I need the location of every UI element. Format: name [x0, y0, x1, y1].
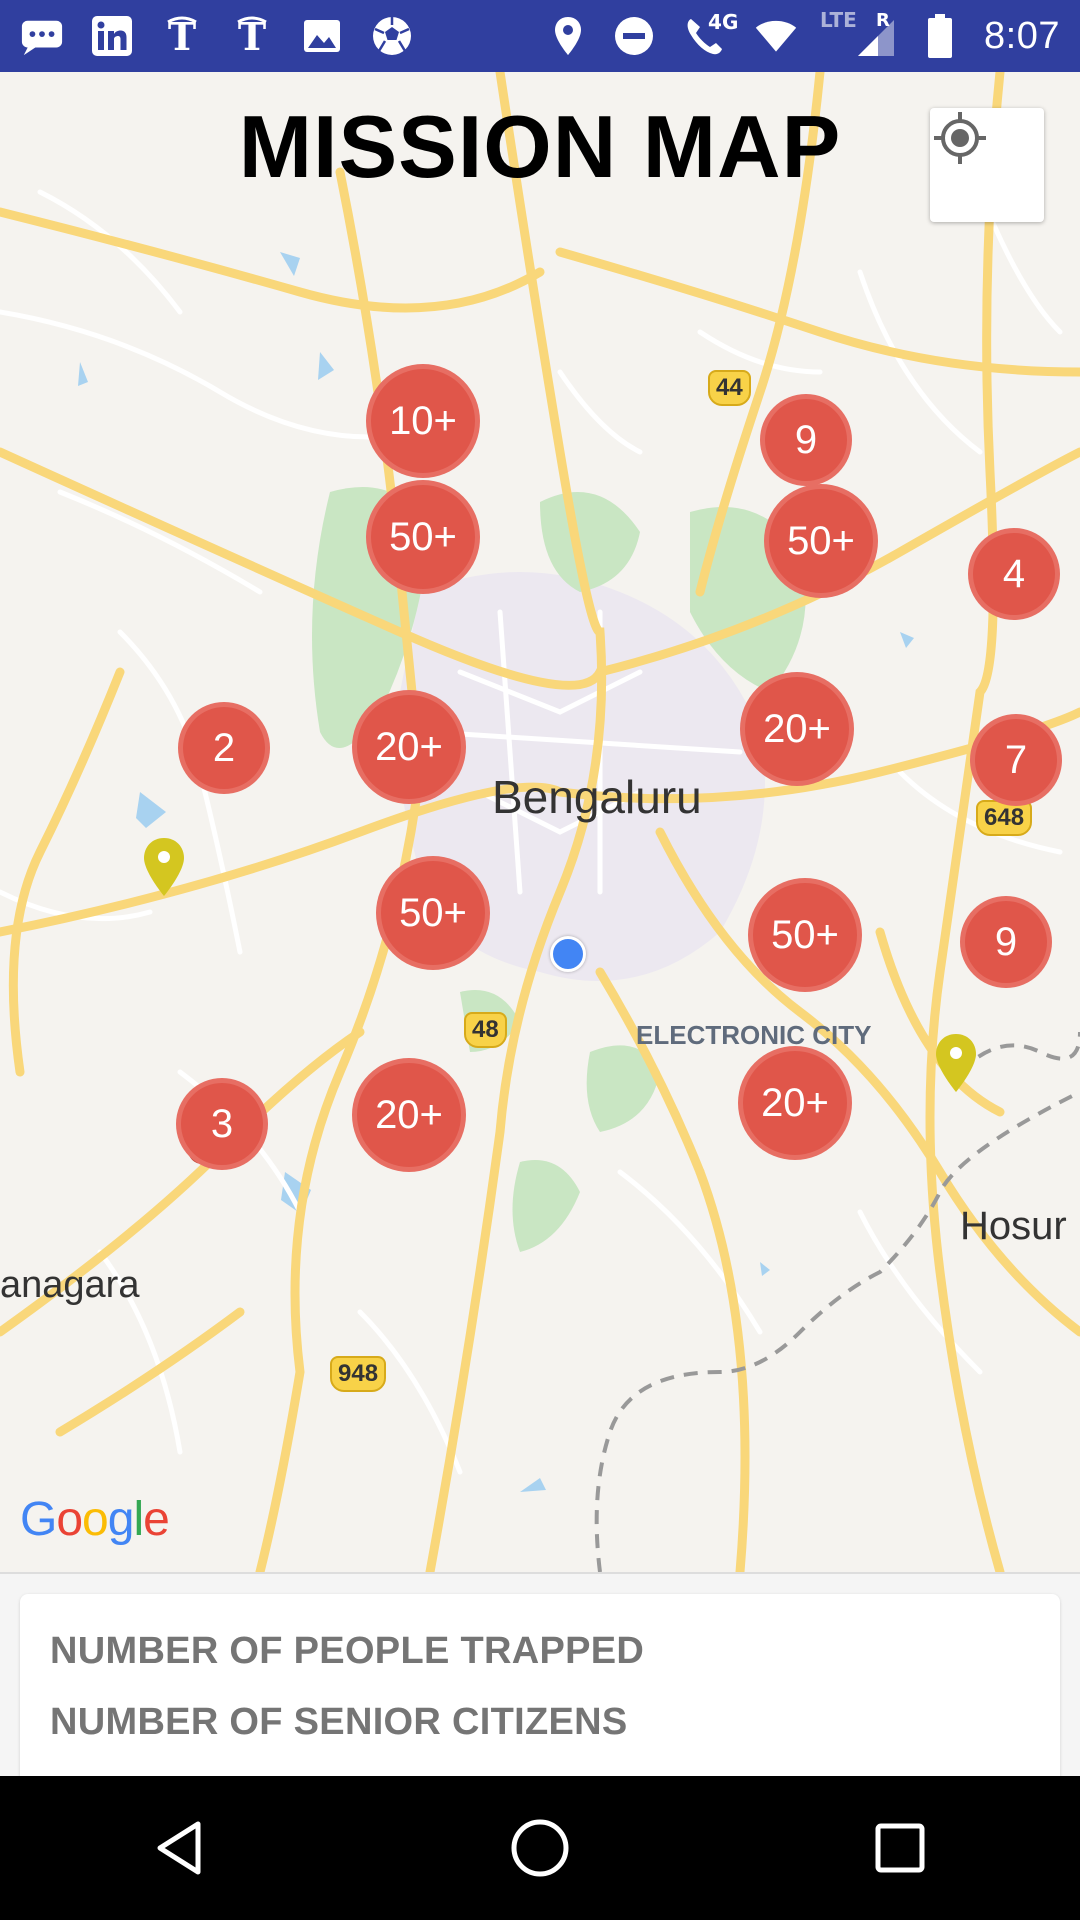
status-bar: T T 4G LTE R 8:07	[0, 0, 1080, 72]
page-title: MISSION MAP	[238, 97, 842, 196]
linkedin-icon	[90, 14, 134, 58]
wifi-call-icon: 4G	[678, 12, 738, 58]
marker-cluster[interactable]: 9	[760, 394, 852, 486]
marker-cluster[interactable]: 10+	[366, 364, 480, 478]
location-icon	[546, 14, 590, 58]
dnd-icon	[612, 14, 656, 58]
marker-cluster[interactable]: 20+	[352, 690, 466, 804]
highway-shield: 948	[330, 1356, 387, 1392]
marker-cluster[interactable]: 3	[176, 1078, 268, 1170]
info-card: NUMBER OF PEOPLE TRAPPED NUMBER OF SENIO…	[20, 1594, 1060, 1778]
network-lte-label: LTE	[820, 8, 857, 32]
recents-button[interactable]	[850, 1798, 950, 1898]
place-label-bengaluru: Bengaluru	[492, 771, 702, 823]
battery-icon	[918, 14, 962, 58]
nyt-icon: T	[230, 14, 274, 58]
my-location-button[interactable]	[930, 108, 1044, 222]
marker-cluster[interactable]: 7	[970, 714, 1062, 806]
place-label-electronic-city: ELECTRONIC CITY	[636, 1020, 872, 1050]
home-icon	[511, 1819, 569, 1877]
home-button[interactable]	[490, 1798, 590, 1898]
system-icons: 4G LTE R 8:07	[546, 10, 1060, 58]
senior-citizens-label: NUMBER OF SENIOR CITIZENS	[50, 1701, 628, 1743]
nyt-icon: T	[160, 14, 204, 58]
people-trapped-label: NUMBER OF PEOPLE TRAPPED	[50, 1630, 645, 1672]
highway-shield: 44	[708, 370, 751, 406]
marker-cluster[interactable]: 20+	[740, 672, 854, 786]
back-button[interactable]	[130, 1798, 230, 1898]
marker-cluster[interactable]: 9	[960, 896, 1052, 988]
mission-map[interactable]: MISSION MAP 44 648 48 275 948 Bengaluru …	[0, 72, 1080, 1572]
user-location-dot	[550, 936, 586, 972]
marker-cluster[interactable]: 2	[178, 702, 270, 794]
marker-cluster[interactable]: 50+	[376, 856, 490, 970]
marker-cluster[interactable]: 50+	[764, 484, 878, 598]
marker-cluster[interactable]: 20+	[738, 1046, 852, 1160]
marker-cluster[interactable]: 20+	[352, 1058, 466, 1172]
map-pin-icon	[936, 1034, 976, 1092]
map-pin-icon	[144, 838, 184, 896]
marker-cluster[interactable]: 4	[968, 528, 1060, 620]
crosshair-icon	[934, 112, 986, 164]
navigation-bar	[0, 1776, 1080, 1920]
clock: 8:07	[984, 14, 1060, 57]
marker-cluster[interactable]: 50+	[366, 480, 480, 594]
place-label-town: anagara	[0, 1264, 140, 1306]
image-icon	[300, 14, 344, 58]
wifi-icon	[754, 14, 798, 58]
info-panel: NUMBER OF PEOPLE TRAPPED NUMBER OF SENIO…	[0, 1572, 1080, 1778]
back-icon	[157, 1821, 201, 1875]
soccer-icon	[370, 14, 414, 58]
marker-cluster[interactable]: 50+	[748, 878, 862, 992]
place-label-hosur: Hosur	[960, 1204, 1067, 1248]
google-logo: Google	[20, 1493, 170, 1546]
signal-icon: LTE R	[820, 10, 896, 58]
highway-shield: 48	[464, 1012, 507, 1048]
notification-icons: T T	[20, 14, 414, 58]
network-4g-label: 4G	[708, 10, 739, 34]
recents-icon	[875, 1823, 925, 1873]
highway-shield: 648	[976, 800, 1033, 836]
chat-icon	[20, 14, 64, 58]
